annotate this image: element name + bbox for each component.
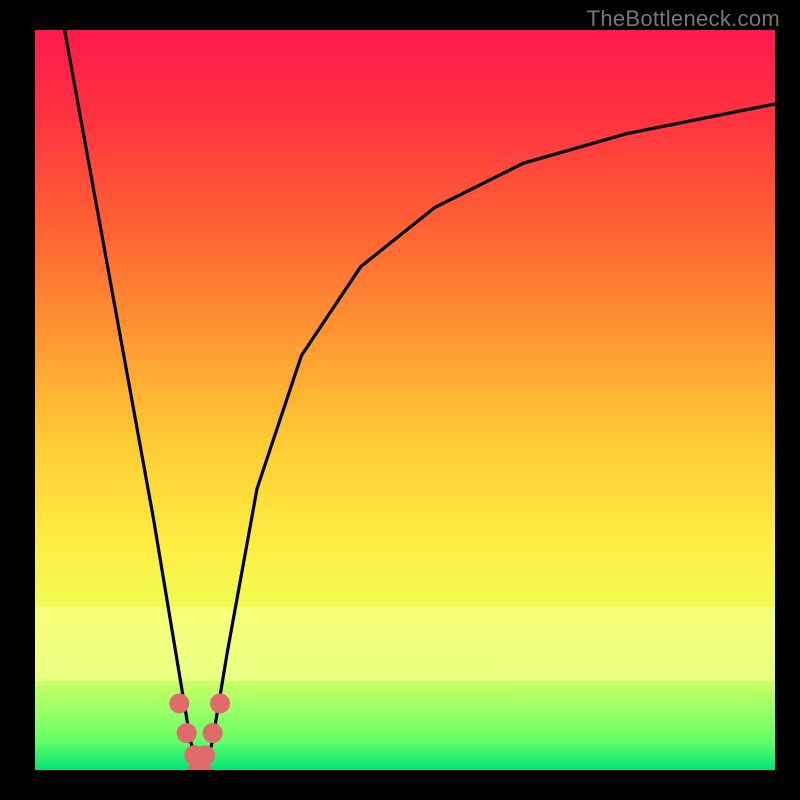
highlight-points bbox=[169, 693, 230, 770]
marker-dot bbox=[169, 693, 189, 713]
bottleneck-curve bbox=[65, 30, 775, 770]
plot-area bbox=[35, 30, 775, 770]
chart-svg bbox=[35, 30, 775, 770]
marker-dot bbox=[177, 723, 197, 743]
watermark-text: TheBottleneck.com bbox=[587, 6, 780, 32]
marker-dot bbox=[210, 693, 230, 713]
chart-frame: TheBottleneck.com bbox=[0, 0, 800, 800]
marker-dot bbox=[203, 723, 223, 743]
marker-dot bbox=[195, 745, 215, 765]
